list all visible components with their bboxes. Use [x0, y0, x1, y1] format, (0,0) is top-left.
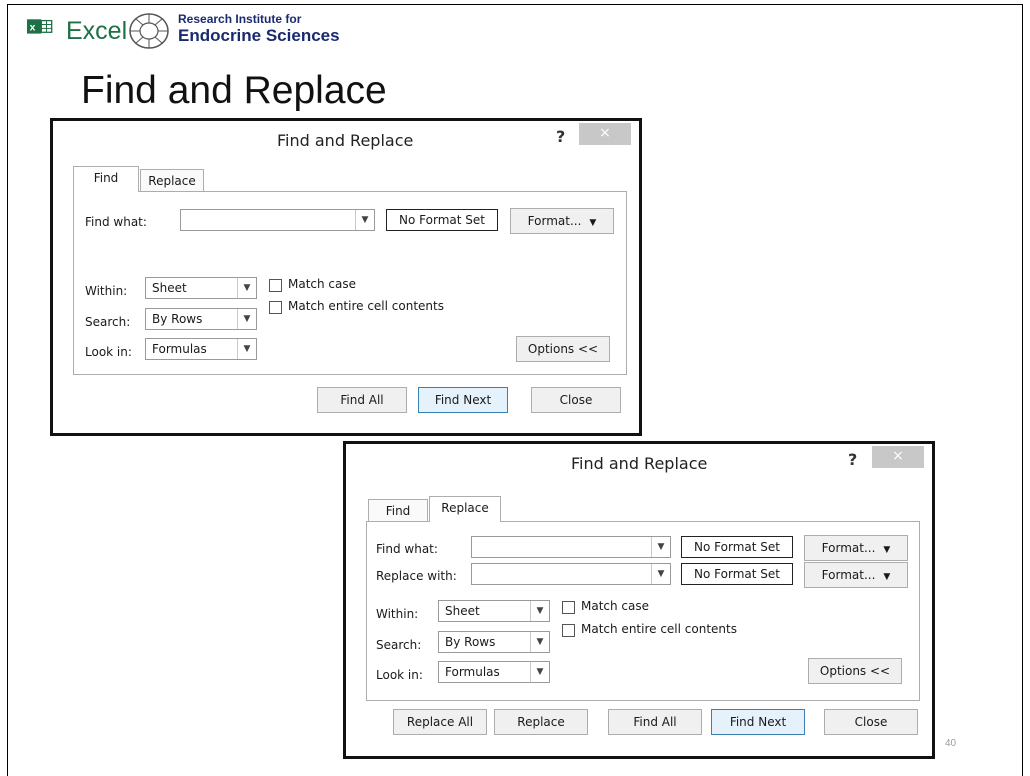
within-value: Sheet [152, 281, 187, 295]
format-button-label: Format... [821, 541, 876, 555]
find-what-input[interactable]: ▼ [180, 209, 375, 231]
excel-icon: x [27, 19, 53, 34]
dialog-titlebar[interactable]: Find and Replace ? × [346, 444, 932, 484]
replace-button[interactable]: Replace [494, 709, 588, 735]
search-select[interactable]: By Rows ▼ [145, 308, 257, 330]
chevron-down-icon[interactable]: ▼ [651, 537, 670, 557]
look-in-select[interactable]: Formulas ▼ [145, 338, 257, 360]
format-button[interactable]: Format... ▼ [510, 208, 614, 234]
find-what-input[interactable]: ▼ [471, 536, 671, 558]
search-label: Search: [85, 315, 131, 329]
slide-title: Find and Replace [81, 69, 387, 112]
search-value: By Rows [152, 312, 203, 326]
format-button-find[interactable]: Format... ▼ [804, 535, 908, 561]
within-label: Within: [376, 607, 419, 621]
match-case-label[interactable]: Match case [581, 599, 649, 613]
help-button[interactable]: ? [556, 127, 565, 146]
find-all-button[interactable]: Find All [317, 387, 407, 413]
excel-label: Excel [66, 17, 128, 45]
chevron-down-icon[interactable]: ▼ [237, 309, 256, 329]
search-label: Search: [376, 638, 422, 652]
chevron-down-icon: ▼ [883, 572, 891, 582]
tab-find[interactable]: Find [73, 166, 139, 192]
help-button[interactable]: ? [848, 450, 857, 469]
options-button[interactable]: Options << [808, 658, 902, 684]
institute-line-2: Endocrine Sciences [178, 26, 340, 45]
match-entire-label[interactable]: Match entire cell contents [288, 299, 444, 313]
search-value: By Rows [445, 635, 496, 649]
chevron-down-icon[interactable]: ▼ [237, 278, 256, 298]
look-in-value: Formulas [152, 342, 207, 356]
within-select[interactable]: Sheet ▼ [145, 277, 257, 299]
match-entire-checkbox[interactable] [269, 301, 282, 314]
chevron-down-icon: ▼ [589, 218, 597, 228]
find-all-button[interactable]: Find All [608, 709, 702, 735]
format-status-replace: No Format Set [681, 563, 793, 585]
format-status: No Format Set [386, 209, 498, 231]
find-what-label: Find what: [85, 215, 147, 229]
institute-name: Research Institute for Endocrine Science… [178, 12, 340, 46]
match-case-checkbox[interactable] [562, 601, 575, 614]
replace-with-input[interactable]: ▼ [471, 563, 671, 585]
within-label: Within: [85, 284, 128, 298]
match-entire-label[interactable]: Match entire cell contents [581, 622, 737, 636]
match-case-checkbox[interactable] [269, 279, 282, 292]
look-in-select[interactable]: Formulas ▼ [438, 661, 550, 683]
svg-text:x: x [30, 22, 36, 33]
find-dialog: Find and Replace ? × Find Replace Find w… [50, 118, 642, 436]
tab-find[interactable]: Find [368, 499, 428, 523]
close-button[interactable]: Close [531, 387, 621, 413]
institute-seal-icon [129, 13, 169, 49]
options-button[interactable]: Options << [516, 336, 610, 362]
format-button-replace[interactable]: Format... ▼ [804, 562, 908, 588]
chevron-down-icon[interactable]: ▼ [355, 210, 374, 230]
find-next-button[interactable]: Find Next [711, 709, 805, 735]
within-select[interactable]: Sheet ▼ [438, 600, 550, 622]
chevron-down-icon[interactable]: ▼ [530, 662, 549, 682]
close-icon[interactable]: × [579, 123, 631, 145]
chevron-down-icon[interactable]: ▼ [530, 632, 549, 652]
dialog-titlebar[interactable]: Find and Replace ? × [53, 121, 639, 161]
replace-with-label: Replace with: [376, 569, 457, 583]
page-number: 40 [945, 738, 957, 749]
format-button-label: Format... [821, 568, 876, 582]
dialog-title: Find and Replace [277, 131, 414, 150]
find-what-label: Find what: [376, 542, 438, 556]
within-value: Sheet [445, 604, 480, 618]
look-in-label: Look in: [376, 668, 423, 682]
chevron-down-icon: ▼ [883, 545, 891, 555]
look-in-value: Formulas [445, 665, 500, 679]
chevron-down-icon[interactable]: ▼ [651, 564, 670, 584]
chevron-down-icon[interactable]: ▼ [530, 601, 549, 621]
format-button-label: Format... [527, 214, 582, 228]
find-next-button[interactable]: Find Next [418, 387, 508, 413]
replace-all-button[interactable]: Replace All [393, 709, 487, 735]
replace-dialog: Find and Replace ? × Find Replace Find w… [343, 441, 935, 759]
tab-replace[interactable]: Replace [429, 496, 501, 522]
chevron-down-icon[interactable]: ▼ [237, 339, 256, 359]
match-case-label[interactable]: Match case [288, 277, 356, 291]
search-select[interactable]: By Rows ▼ [438, 631, 550, 653]
close-button[interactable]: Close [824, 709, 918, 735]
close-icon[interactable]: × [872, 446, 924, 468]
match-entire-checkbox[interactable] [562, 624, 575, 637]
institute-line-1: Research Institute for [178, 12, 302, 26]
dialog-title: Find and Replace [571, 454, 708, 473]
tab-replace[interactable]: Replace [140, 169, 204, 193]
look-in-label: Look in: [85, 345, 132, 359]
format-status-find: No Format Set [681, 536, 793, 558]
